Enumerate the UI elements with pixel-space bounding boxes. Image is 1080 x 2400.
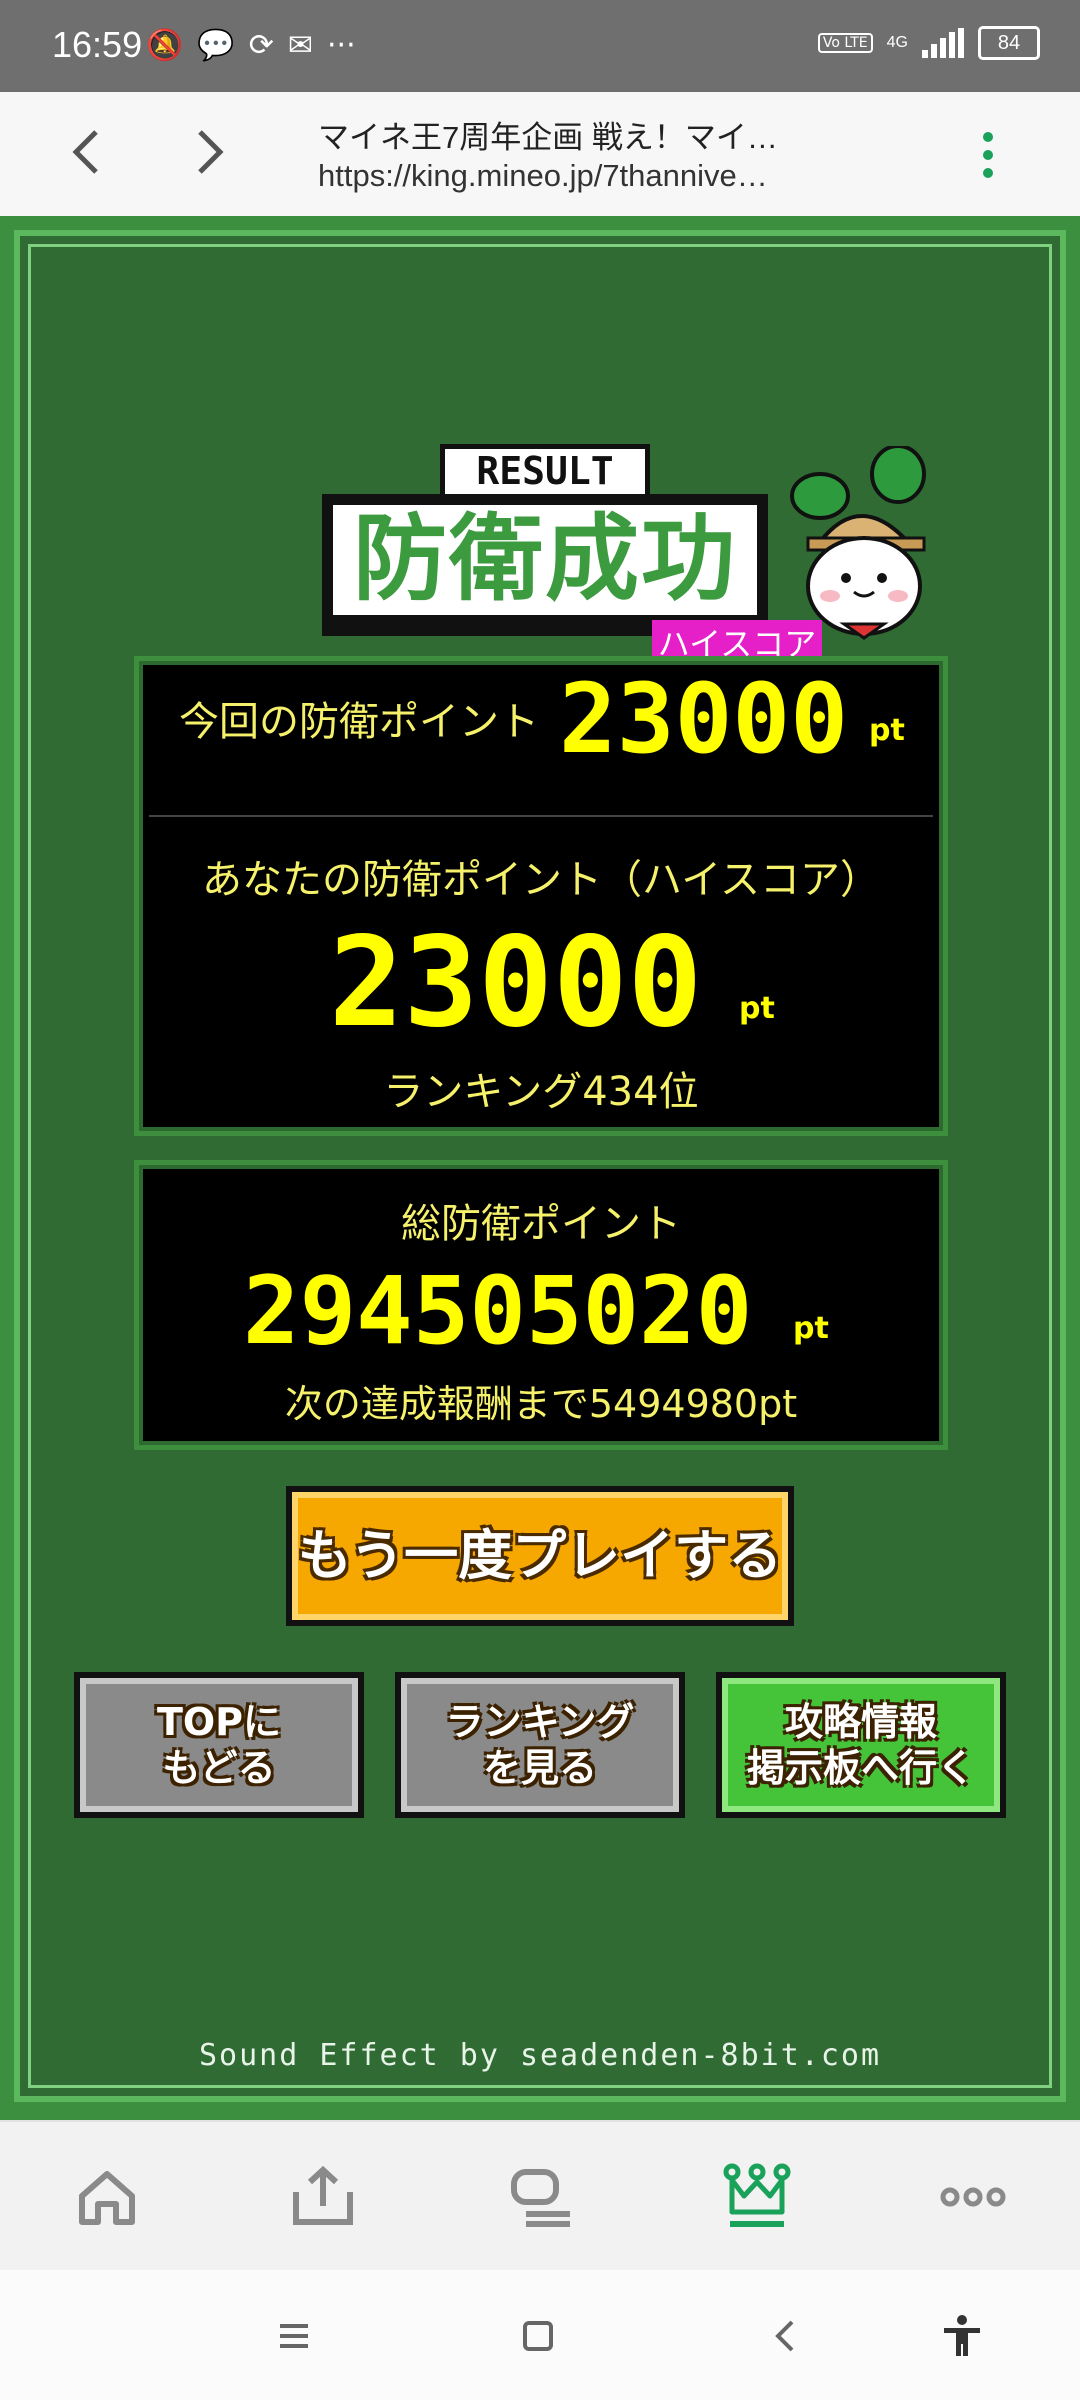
crown-icon[interactable] bbox=[722, 2162, 792, 2232]
gmail-icon: ✉ bbox=[287, 28, 313, 63]
menu-kebab-icon[interactable] bbox=[968, 128, 1008, 188]
status-time: 16:59 bbox=[52, 24, 143, 65]
result-title-text: 防衛成功 bbox=[333, 505, 757, 615]
line-app-icon: 💬 bbox=[197, 28, 235, 63]
network-type: 4G bbox=[886, 34, 908, 51]
highscore-unit: pt bbox=[739, 991, 775, 1026]
total-points-label: 総防衛ポイント bbox=[401, 1201, 681, 1247]
sound-credit: Sound Effect by seadenden-8bit.com bbox=[198, 2038, 882, 2073]
sync-icon: ⟳ bbox=[248, 28, 274, 63]
highscore-value: 23000 bbox=[329, 911, 703, 1055]
back-to-top-button[interactable]: TOPに もどる bbox=[74, 1672, 364, 1818]
chat-list-icon[interactable] bbox=[506, 2162, 576, 2232]
next-reward-text: 次の達成報酬まで5494980pt bbox=[284, 1382, 798, 1426]
strategy-board-button[interactable]: 攻略情報 掲示板へ行く bbox=[716, 1672, 1006, 1818]
battery-icon: 84 bbox=[978, 26, 1040, 60]
status-bar: 16:59 🔕 💬 ⟳ ✉ ··· Vo LTE 4G 84 bbox=[0, 0, 1080, 92]
total-points-value: 294505020 bbox=[243, 1257, 753, 1366]
current-points-value: 23000 bbox=[559, 663, 848, 775]
panel-divider bbox=[149, 815, 933, 817]
more-dots-icon[interactable] bbox=[938, 2162, 1008, 2232]
total-panel: 総防衛ポイント 294505020 pt 次の達成報酬まで5494980pt bbox=[134, 1160, 948, 1450]
forward-arrow-icon[interactable] bbox=[178, 122, 238, 182]
bell-off-icon: 🔕 bbox=[146, 28, 184, 63]
upload-tray-icon[interactable] bbox=[288, 2162, 358, 2232]
view-ranking-button[interactable]: ランキング を見る bbox=[395, 1672, 685, 1818]
play-again-button[interactable]: もう一度プレイする bbox=[286, 1486, 794, 1626]
browser-toolbar: マイネ王7周年企画 戦え！マイ… https://king.mineo.jp/7… bbox=[0, 92, 1080, 218]
result-title: 防衛成功 bbox=[322, 494, 768, 636]
address-bar[interactable]: https://king.mineo.jp/7thannive… bbox=[318, 158, 838, 194]
accessibility-icon[interactable] bbox=[940, 2314, 984, 2358]
notification-icons: 🔕 💬 ⟳ ✉ ··· bbox=[146, 28, 356, 63]
score-panel: 今回の防衛ポイント 23000 pt あなたの防衛ポイント（ハイスコア） 230… bbox=[134, 656, 948, 1136]
highscore-label: あなたの防衛ポイント（ハイスコア） bbox=[202, 857, 880, 903]
mascot-character bbox=[790, 446, 926, 640]
app-bottom-nav bbox=[0, 2120, 1080, 2272]
game-area: RESULT 防衛成功 ハイスコア 今回の防衛ポイント 23000 pt あなた… bbox=[0, 216, 1080, 2120]
volte-icon: Vo LTE bbox=[817, 33, 873, 53]
total-points-unit: pt bbox=[793, 1311, 829, 1346]
home-square-icon[interactable] bbox=[516, 2314, 560, 2358]
current-points-unit: pt bbox=[869, 713, 905, 748]
page-title: マイネ王7周年企画 戦え！マイ… bbox=[318, 120, 778, 155]
home-icon[interactable] bbox=[72, 2162, 142, 2232]
recents-menu-icon[interactable] bbox=[272, 2314, 316, 2358]
more-notifications-icon: ··· bbox=[327, 28, 356, 63]
current-points-label: 今回の防衛ポイント bbox=[179, 699, 539, 745]
ranking-text: ランキング434位 bbox=[383, 1069, 699, 1115]
signal-icon bbox=[922, 28, 964, 58]
system-nav-bar bbox=[0, 2270, 1080, 2400]
back-chevron-icon[interactable] bbox=[764, 2314, 808, 2358]
battery-level: 84 bbox=[997, 31, 1021, 54]
back-arrow-icon[interactable] bbox=[58, 122, 118, 182]
